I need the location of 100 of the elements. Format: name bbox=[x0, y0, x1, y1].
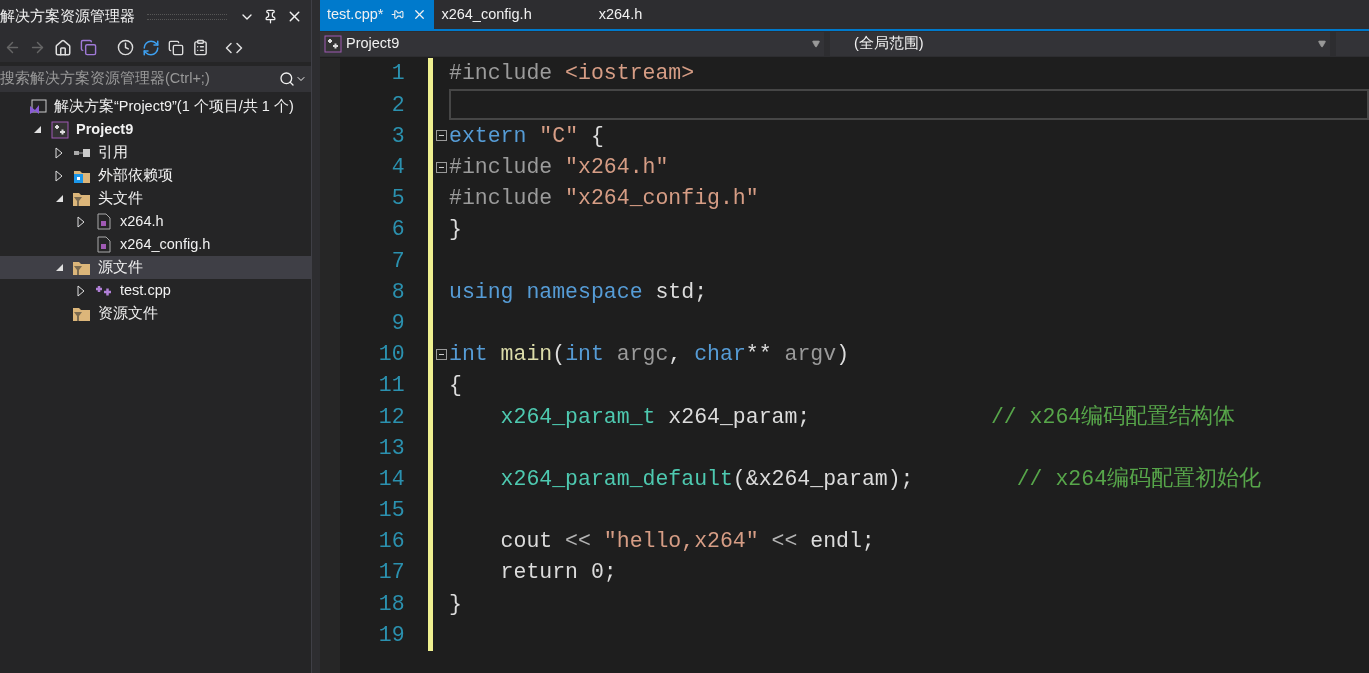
expanded-arrow-icon[interactable] bbox=[32, 125, 42, 134]
project-icon bbox=[324, 35, 342, 53]
code-token: (&x264_param); bbox=[732, 465, 915, 493]
expanded-arrow-icon[interactable] bbox=[54, 263, 64, 272]
line-number: 15 bbox=[378, 497, 405, 525]
code-token: cout bbox=[499, 528, 553, 556]
tree-item-label: 头文件 bbox=[98, 188, 143, 208]
line-number: 10 bbox=[378, 341, 405, 369]
code-token: x264_param; bbox=[667, 403, 812, 431]
code-token: int bbox=[565, 341, 604, 369]
code-token: return 0; bbox=[499, 559, 617, 587]
tree-item[interactable]: 源文件 bbox=[0, 256, 311, 279]
code-token: { bbox=[449, 372, 462, 400]
code-token: std; bbox=[654, 278, 708, 306]
back-icon[interactable] bbox=[4, 39, 21, 56]
tree-item[interactable]: 引用 bbox=[0, 141, 311, 164]
code-token: "C" bbox=[538, 122, 579, 150]
collapse-toggle-icon[interactable] bbox=[435, 348, 447, 360]
forward-icon[interactable] bbox=[29, 39, 46, 56]
editor-tab[interactable]: x264_config.h bbox=[434, 0, 592, 29]
code-token: { bbox=[589, 122, 604, 150]
code-token: "hello,x264" bbox=[603, 528, 759, 556]
code-token: ** bbox=[745, 341, 773, 369]
home-icon[interactable] bbox=[54, 38, 72, 57]
line-number: 11 bbox=[378, 372, 405, 400]
tree-item-label: 解决方案“Project9”(1 个项目/共 1 个) bbox=[54, 96, 294, 116]
tree-item[interactable]: x264.h bbox=[0, 210, 311, 233]
line-number: 2 bbox=[391, 91, 405, 119]
header-file-icon bbox=[97, 236, 111, 253]
references-icon bbox=[73, 147, 91, 158]
code-token: } bbox=[449, 216, 462, 244]
line-number: 9 bbox=[391, 309, 405, 337]
tree-item-label: 源文件 bbox=[98, 257, 143, 277]
collapsed-arrow-icon[interactable] bbox=[55, 146, 63, 159]
project-dropdown[interactable]: Project9 bbox=[320, 32, 824, 56]
caret-icon[interactable] bbox=[1318, 40, 1326, 48]
code-token: char bbox=[694, 341, 746, 369]
tree-item-label: x264.h bbox=[120, 211, 164, 231]
code-token: using namespace bbox=[449, 278, 643, 306]
expanded-arrow-icon[interactable] bbox=[54, 194, 64, 203]
collapse-toggle-icon[interactable] bbox=[435, 130, 447, 142]
project-icon bbox=[51, 120, 69, 139]
header-file-icon bbox=[97, 213, 111, 230]
tree-item[interactable]: 解决方案“Project9”(1 个项目/共 1 个) bbox=[0, 95, 311, 118]
tree-item-label: x264_config.h bbox=[120, 234, 211, 254]
collapsed-arrow-icon[interactable] bbox=[77, 284, 85, 297]
cpp-file-icon bbox=[95, 284, 113, 297]
tree-item-label: test.cpp bbox=[120, 280, 171, 300]
collapsed-arrow-icon[interactable] bbox=[77, 215, 85, 228]
code-token: x264_param_default bbox=[499, 465, 733, 493]
filter-folder-icon bbox=[72, 259, 92, 276]
caret-icon[interactable] bbox=[812, 40, 820, 48]
line-number: 8 bbox=[391, 278, 405, 306]
code-token: argv bbox=[784, 341, 837, 369]
line-number: 1 bbox=[391, 60, 405, 88]
tree-item-label: 资源文件 bbox=[98, 303, 158, 323]
search-icon[interactable] bbox=[279, 71, 295, 87]
line-number: 17 bbox=[378, 559, 405, 587]
line-number: 19 bbox=[378, 621, 405, 649]
code-token: endl; bbox=[810, 528, 875, 556]
line-number: 16 bbox=[378, 528, 405, 556]
code-token: // x264编码配置结构体 bbox=[990, 403, 1236, 431]
tree-item[interactable]: 头文件 bbox=[0, 187, 311, 210]
code-token: extern bbox=[449, 122, 527, 150]
line-number: 4 bbox=[391, 154, 405, 182]
tree-item[interactable]: 资源文件 bbox=[0, 302, 311, 325]
panel-title: 解决方案资源管理器 bbox=[0, 6, 135, 26]
tree-item[interactable]: Project9 bbox=[0, 118, 311, 141]
line-number: 14 bbox=[378, 465, 405, 493]
line-number: 3 bbox=[391, 122, 405, 150]
filter-folder-icon bbox=[72, 190, 92, 207]
code-token: main bbox=[499, 341, 553, 369]
filter-folder-icon bbox=[72, 305, 92, 322]
solution-icon bbox=[29, 98, 47, 115]
tree-item-label: Project9 bbox=[76, 119, 134, 139]
editor-tab[interactable]: x264.h bbox=[591, 0, 703, 29]
line-number: 7 bbox=[391, 247, 405, 275]
code-token: "x264.h" bbox=[564, 154, 669, 182]
collapse-toggle-icon[interactable] bbox=[435, 161, 447, 173]
line-number: 12 bbox=[378, 403, 405, 431]
tree-item[interactable]: 外部依赖项 bbox=[0, 164, 311, 187]
code-token: #include bbox=[449, 154, 553, 182]
code-token: #include bbox=[449, 60, 553, 88]
code-token: << bbox=[770, 528, 799, 556]
collapsed-arrow-icon[interactable] bbox=[55, 169, 63, 182]
pin-icon[interactable] bbox=[263, 9, 278, 24]
tree-item[interactable]: x264_config.h bbox=[0, 233, 311, 256]
tree-item[interactable]: test.cpp bbox=[0, 279, 311, 302]
line-number: 6 bbox=[391, 216, 405, 244]
scope-dropdown[interactable]: (全局范围) bbox=[830, 32, 1330, 56]
refresh-icon[interactable] bbox=[142, 38, 160, 57]
search-field[interactable]: 搜索解决方案资源管理器(Ctrl+;) bbox=[0, 66, 311, 92]
code-token: x264_param_t bbox=[499, 403, 656, 431]
line-number: 13 bbox=[378, 434, 405, 462]
code-token: argc bbox=[615, 341, 669, 369]
code-token: ) bbox=[836, 341, 850, 369]
code-token: <iostream> bbox=[564, 60, 695, 88]
code-token: , bbox=[668, 341, 683, 369]
code-token: ( bbox=[552, 341, 566, 369]
history-icon[interactable] bbox=[117, 39, 134, 56]
